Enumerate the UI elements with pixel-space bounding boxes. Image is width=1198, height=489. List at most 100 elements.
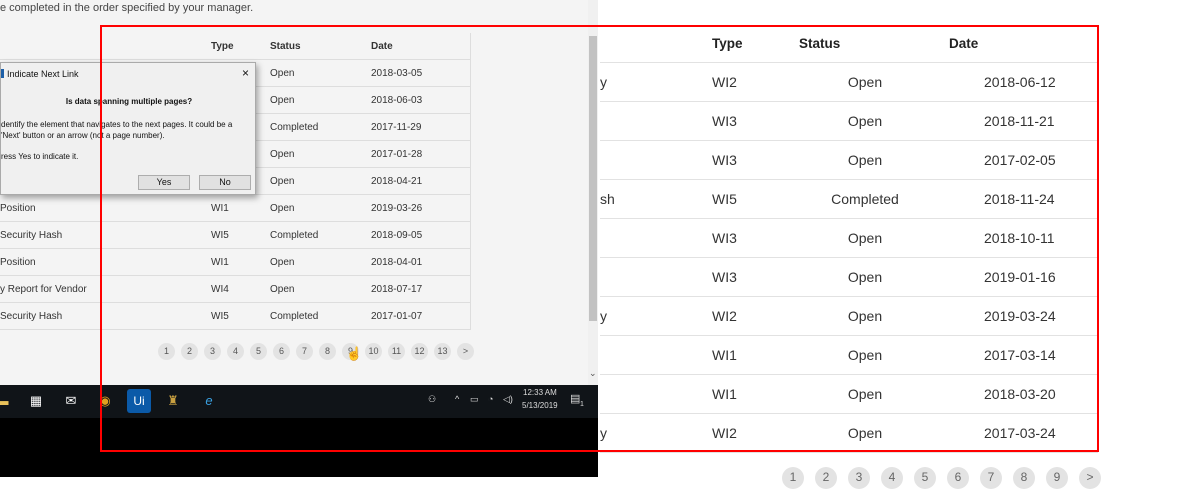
right-pagination: 1 2 3 4 5 6 7 8 9 >: [782, 467, 1101, 489]
indicate-next-link-dialog: Indicate Next Link × Is data spanning mu…: [0, 62, 256, 195]
wifi-icon[interactable]: ◔: [488, 394, 493, 404]
cell-type: WI5: [211, 230, 229, 241]
cell-date: 2018-10-11: [984, 230, 1055, 246]
chrome-icon[interactable]: ◉: [93, 389, 117, 413]
cell-type: WI1: [211, 257, 229, 268]
left-scrollbar[interactable]: ⌄: [588, 0, 598, 385]
page-button[interactable]: 11: [388, 343, 405, 360]
cell-type: WI3: [712, 152, 737, 168]
cell-date: 2019-01-16: [984, 269, 1056, 285]
clock-time[interactable]: 12:33 AM: [523, 388, 557, 397]
page-button[interactable]: 2: [815, 467, 837, 489]
page-button[interactable]: >: [1079, 467, 1101, 489]
left-pagination: 1 2 3 4 5 6 7 8 9 10 11 12 13 >: [158, 343, 474, 360]
page-button[interactable]: 1: [782, 467, 804, 489]
cell-type: WI3: [712, 269, 737, 285]
page-button[interactable]: 5: [250, 343, 267, 360]
hand-cursor-icon: ☝: [346, 346, 363, 361]
scroll-down-icon[interactable]: ⌄: [589, 368, 597, 379]
table-row: Security Hash WI5 Completed 2017-01-07: [0, 303, 470, 330]
battery-icon[interactable]: ▭: [470, 394, 479, 405]
cell-type: WI5: [712, 191, 737, 207]
cell-date: Date: [371, 41, 393, 52]
cell-name: sh: [600, 191, 615, 207]
table-row: Security Hash WI5 Completed 2018-09-05: [0, 222, 470, 249]
dialog-title: Indicate Next Link: [7, 69, 79, 79]
file-explorer-icon[interactable]: ▬: [0, 389, 14, 413]
volume-icon[interactable]: ◁): [503, 394, 513, 405]
cell-name: y: [600, 425, 607, 441]
cell-type: WI3: [712, 113, 737, 129]
table-row: Position WI1 Open 2018-04-01: [0, 249, 470, 276]
page-button[interactable]: 8: [1013, 467, 1035, 489]
page-button[interactable]: 8: [319, 343, 336, 360]
table-row: y WI2 Open 2018-06-12: [600, 63, 1098, 102]
cell-date: 2017-01-07: [371, 311, 423, 322]
cell-type: WI2: [712, 308, 737, 324]
page-button[interactable]: 5: [914, 467, 936, 489]
cell-status: Open: [847, 269, 883, 285]
dialog-message: dentify the element that navigates to th…: [1, 120, 233, 140]
mail-icon[interactable]: ✉: [59, 389, 83, 413]
cell-status: Completed: [270, 230, 319, 241]
page-button[interactable]: >: [457, 343, 474, 360]
table-row: sh WI5 Completed 2018-11-24: [600, 180, 1098, 219]
black-area: [0, 418, 598, 477]
cell-type: WI2: [712, 74, 737, 90]
cell-date: 2018-07-17: [371, 284, 423, 295]
cell-type: WI1: [712, 347, 737, 363]
cell-status: Open: [847, 347, 883, 363]
table-header-row: Type Status Date: [600, 25, 1098, 63]
scrollbar-thumb[interactable]: [589, 36, 597, 321]
intro-text: e completed in the order specified by yo…: [0, 2, 254, 14]
close-icon[interactable]: ×: [242, 66, 249, 80]
cell-status: Open: [847, 230, 883, 246]
cell-status: Open: [270, 176, 295, 187]
table-row: WI3 Open 2019-01-16: [600, 258, 1098, 297]
chevron-up-icon[interactable]: ^: [455, 394, 459, 404]
notification-icon[interactable]: ▤: [570, 392, 580, 405]
table-row: WI1 Open 2018-03-20: [600, 375, 1098, 414]
page-button[interactable]: 3: [204, 343, 221, 360]
page-button[interactable]: 7: [980, 467, 1002, 489]
page-button[interactable]: 3: [848, 467, 870, 489]
page-button[interactable]: 6: [273, 343, 290, 360]
cell-name: Security Hash: [0, 311, 63, 322]
internet-explorer-icon[interactable]: e: [197, 389, 221, 413]
cell-status: Open: [847, 113, 883, 129]
page-button[interactable]: 4: [227, 343, 244, 360]
yes-button[interactable]: Yes: [138, 175, 190, 190]
table-row: WI3 Open 2017-02-05: [600, 141, 1098, 180]
cell-status: Completed: [270, 311, 319, 322]
clock-date[interactable]: 5/13/2019: [522, 401, 558, 410]
no-button[interactable]: No: [199, 175, 251, 190]
page-button[interactable]: 4: [881, 467, 903, 489]
page-button[interactable]: 10: [365, 343, 382, 360]
cell-status: Open: [847, 308, 883, 324]
page-button[interactable]: 6: [947, 467, 969, 489]
cell-status: Open: [270, 95, 295, 106]
cell-date: 2018-04-21: [371, 176, 423, 187]
page-button[interactable]: 1: [158, 343, 175, 360]
people-icon[interactable]: ⚇: [428, 394, 436, 405]
cell-status: Status: [799, 36, 841, 51]
page-button[interactable]: 7: [296, 343, 313, 360]
cell-date: 2018-11-21: [984, 113, 1055, 129]
cell-type: WI4: [211, 284, 229, 295]
cell-status: Open: [847, 425, 883, 441]
cell-type: WI2: [712, 425, 737, 441]
app-icon[interactable]: ♜: [161, 389, 185, 413]
cell-name: Position: [0, 203, 36, 214]
page-button[interactable]: 2: [181, 343, 198, 360]
page-button[interactable]: 12: [411, 343, 428, 360]
table-row: WI3 Open 2018-10-11: [600, 219, 1098, 258]
dialog-question: Is data spanning multiple pages?: [65, 97, 193, 106]
cell-date: 2017-01-28: [371, 149, 423, 160]
cell-date: 2018-04-01: [371, 257, 423, 268]
page-button[interactable]: 13: [434, 343, 451, 360]
page-button[interactable]: 9: [1046, 467, 1068, 489]
uipath-icon[interactable]: Ui: [127, 389, 151, 413]
store-icon[interactable]: ▦: [24, 389, 48, 413]
cell-status: Open: [847, 386, 883, 402]
cell-date: 2018-03-20: [984, 386, 1056, 402]
